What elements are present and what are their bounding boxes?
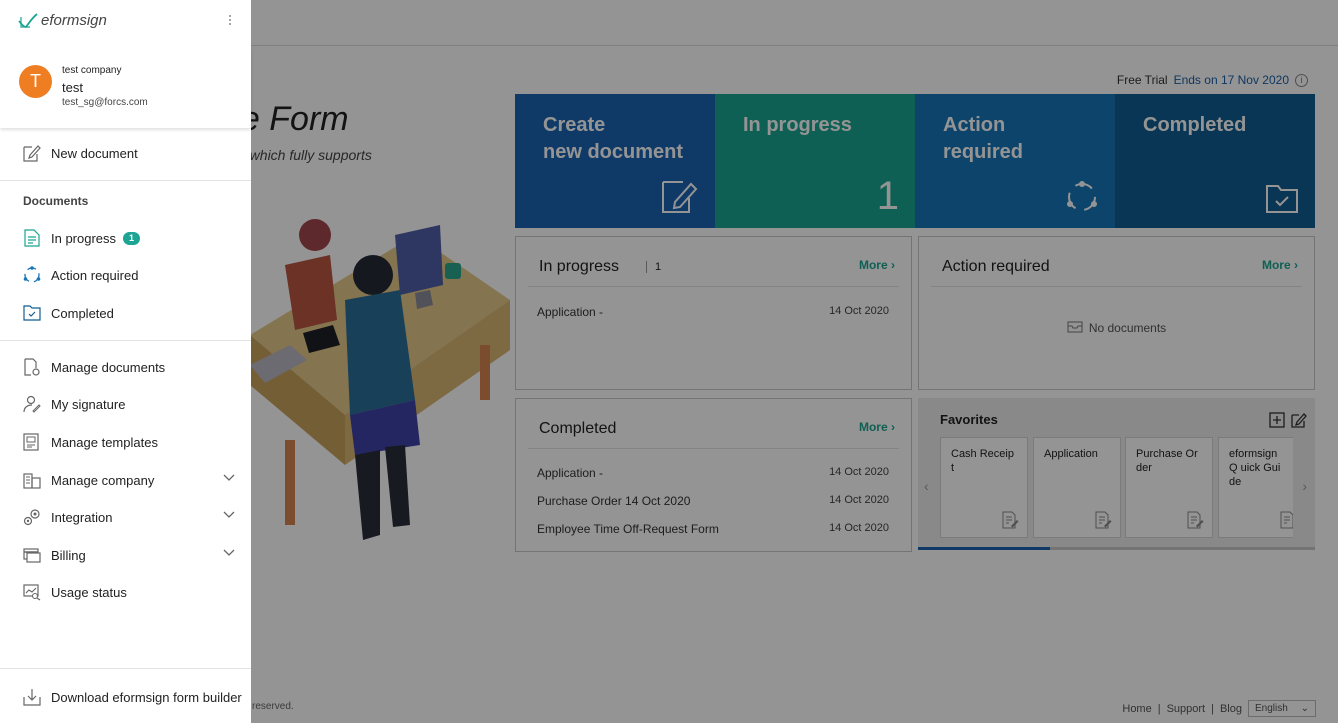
gears-icon	[22, 507, 42, 527]
building-icon	[22, 470, 42, 490]
divider	[0, 180, 251, 181]
chevron-down-icon[interactable]	[223, 511, 235, 519]
template-icon	[22, 432, 42, 452]
sidebar-item-manage-templates[interactable]: Manage templates	[0, 427, 251, 457]
documents-section-label: Documents	[23, 194, 89, 208]
folder-check-icon	[22, 303, 42, 323]
more-options-icon[interactable]	[225, 13, 235, 31]
sidebar-item-label: In progress	[51, 230, 117, 246]
sidebar-item-label: Manage templates	[51, 434, 158, 450]
sidebar-item-new-document[interactable]: New document	[0, 138, 251, 168]
user-signature-icon	[22, 394, 42, 414]
logo-text: eformsign	[41, 12, 107, 29]
sidebar-item-completed[interactable]: Completed	[0, 298, 251, 328]
avatar[interactable]: T	[19, 65, 52, 98]
chevron-down-icon[interactable]	[223, 549, 235, 557]
sidebar-item-manage-documents[interactable]: Manage documents	[0, 352, 251, 382]
sidebar-item-label: Billing	[51, 547, 86, 563]
sidebar-item-label: Completed	[51, 305, 114, 321]
new-document-icon	[22, 143, 42, 163]
document-gear-icon	[22, 357, 42, 377]
sidebar-item-download-form-builder[interactable]: Download eformsign form builder	[0, 682, 251, 712]
cycle-icon	[22, 265, 42, 285]
sidebar-item-manage-company[interactable]: Manage company	[0, 465, 251, 495]
app-logo[interactable]: eformsign	[18, 12, 107, 29]
sidebar-item-label: Action required	[51, 267, 139, 283]
chevron-down-icon[interactable]	[223, 474, 235, 482]
download-icon	[22, 687, 42, 707]
sidebar-item-label: Integration	[51, 509, 113, 525]
document-list-icon	[22, 228, 42, 248]
sidebar-item-label: My signature	[51, 396, 126, 412]
credit-card-icon	[22, 545, 42, 565]
sidebar-drawer: eformsign T test company test test_sg@fo…	[0, 0, 251, 723]
sidebar-item-label: Download eformsign form builder	[51, 689, 242, 705]
sidebar-item-billing[interactable]: Billing	[0, 540, 251, 570]
sidebar-item-label: Manage company	[51, 472, 155, 488]
chart-search-icon	[22, 582, 42, 602]
sidebar-item-integration[interactable]: Integration	[0, 502, 251, 532]
sidebar-item-my-signature[interactable]: My signature	[0, 389, 251, 419]
sidebar-item-label: Usage status	[51, 584, 127, 600]
sidebar-item-in-progress[interactable]: In progress 1	[0, 223, 251, 253]
logo-check-icon	[18, 12, 38, 28]
in-progress-count-badge: 1	[123, 231, 141, 245]
divider	[0, 340, 251, 341]
divider	[0, 668, 251, 669]
user-email: test_sg@forcs.com	[62, 97, 148, 108]
sidebar-item-label: Manage documents	[51, 359, 166, 375]
user-profile: T test company test test_sg@forcs.com	[0, 46, 251, 128]
company-name: test company	[62, 65, 122, 76]
sidebar-item-usage-status[interactable]: Usage status	[0, 577, 251, 607]
sidebar-item-label: New document	[51, 145, 138, 161]
user-name: test	[62, 80, 83, 95]
sidebar-item-action-required[interactable]: Action required	[0, 260, 251, 290]
